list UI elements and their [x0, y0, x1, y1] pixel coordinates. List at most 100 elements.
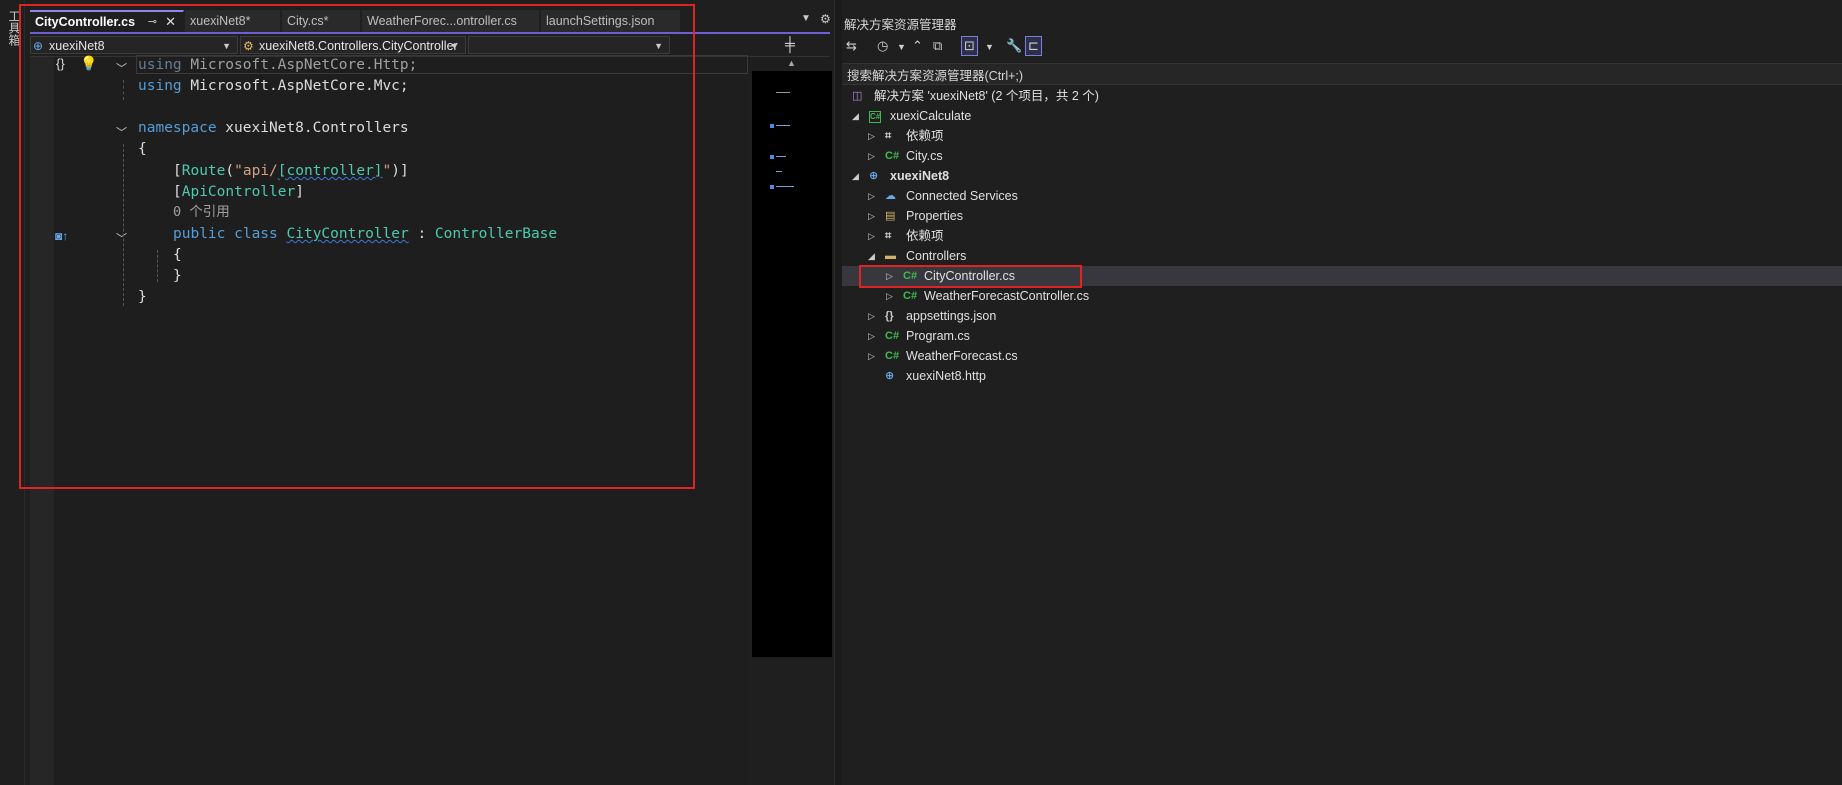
collapse-icon[interactable]: ﹀ [116, 230, 127, 246]
minimap-mark [776, 171, 782, 172]
code-structure-icon[interactable]: {} [56, 56, 65, 71]
implements-icon[interactable]: ◙↑ [55, 229, 68, 243]
tab-launchsettings[interactable]: launchSettings.json [541, 10, 681, 32]
tab-label: City.cs* [287, 14, 329, 28]
collapsed-arrow-icon[interactable]: ▷ [886, 266, 893, 286]
codelens-references[interactable]: 0 个引用 [173, 202, 230, 223]
csproj-icon: C# [869, 111, 882, 123]
tree-item-weatherforecast-cs[interactable]: ▷ C# WeatherForecast.cs [842, 346, 1842, 366]
gear-icon[interactable]: ⚙ [820, 12, 831, 26]
tab-label: WeatherForec...ontroller.cs [367, 14, 517, 28]
collapsed-arrow-icon[interactable]: ▷ [868, 326, 875, 346]
collapsed-arrow-icon[interactable]: ▷ [868, 126, 875, 146]
tree-item-label: City.cs [906, 149, 943, 163]
code-line-2: using Microsoft.AspNetCore.Mvc; [138, 78, 409, 94]
member-dropdown[interactable]: ▼ [468, 36, 670, 54]
csharp-icon: C# [885, 150, 900, 162]
collapsed-arrow-icon[interactable]: ▷ [886, 286, 893, 306]
wrench-icon[interactable]: 🔧 [1006, 38, 1022, 54]
collapse-icon[interactable]: ﹀ [116, 60, 127, 76]
type-dropdown-value: xuexiNet8.Controllers.CityController [259, 39, 458, 53]
pin-icon[interactable]: ⊸ [148, 12, 157, 32]
current-line-indicator [136, 55, 748, 74]
web-project-icon: ⊕ [869, 170, 879, 182]
tab-list-dropdown-icon[interactable]: ▼ [801, 13, 811, 24]
type-dropdown[interactable]: ⚙ xuexiNet8.Controllers.CityController ▼ [240, 36, 466, 54]
preview-selected-items-icon[interactable]: ⊏ [1025, 36, 1042, 56]
sync-with-active-document-icon[interactable]: ⊡ [961, 36, 978, 56]
expanded-arrow-icon[interactable]: ◢ [852, 106, 859, 126]
csharp-icon: C# [885, 350, 900, 362]
toolbox-strip[interactable] [0, 0, 25, 785]
tab-citycontroller[interactable]: CityController.cs ⊸ ✕ [30, 10, 184, 32]
tree-item-program-cs[interactable]: ▷ C# Program.cs [842, 326, 1842, 346]
tree-item-controllers[interactable]: ◢ ▬ Controllers [842, 246, 1842, 266]
indent-guide [123, 144, 124, 306]
collapsed-arrow-icon[interactable]: ▷ [868, 146, 875, 166]
switch-views-icon[interactable]: ⇆ [846, 38, 857, 54]
tree-item-label: Program.cs [906, 329, 970, 343]
project-dropdown[interactable]: ⊕ xuexiNet8 ▼ [30, 36, 238, 54]
chevron-down-icon: ▼ [654, 41, 663, 51]
tab-label: launchSettings.json [546, 14, 655, 28]
collapsed-arrow-icon[interactable]: ▷ [868, 186, 875, 206]
collapsed-arrow-icon[interactable]: ▷ [868, 346, 875, 366]
history-icon[interactable]: ◷ [877, 38, 888, 54]
chevron-down-icon[interactable]: ▼ [985, 42, 994, 52]
tab-city[interactable]: City.cs* [282, 10, 361, 32]
minimap-mark [770, 124, 774, 128]
show-all-files-icon[interactable]: ⧉ [933, 38, 942, 54]
code-line-brace: { [138, 141, 147, 157]
tree-item-solution[interactable]: ◫ 解决方案 'xuexiNet8' (2 个项目，共 2 个) [842, 86, 1842, 106]
collapsed-arrow-icon[interactable]: ▷ [868, 306, 875, 326]
tree-item-dependencies[interactable]: ▷ ⌗ 依赖项 [842, 126, 1842, 146]
minimap-mark [776, 156, 786, 157]
csharp-icon: C# [885, 330, 900, 342]
tree-item-label: 解决方案 'xuexiNet8' (2 个项目，共 2 个) [874, 89, 1099, 103]
tree-item-xuexinet8[interactable]: ◢ ⊕ xuexiNet8 [842, 166, 1842, 186]
tree-item-citycontroller-cs[interactable]: ▷ C# CityController.cs [842, 266, 1842, 286]
tree-item-label: 依赖项 [906, 129, 944, 143]
tree-item-label: Connected Services [906, 189, 1018, 203]
dependencies-icon: ⌗ [885, 130, 892, 142]
tree-item-properties[interactable]: ▷ ▤ Properties [842, 206, 1842, 226]
split-editor-icon[interactable]: ╪ [785, 36, 795, 52]
tree-item-connected-services[interactable]: ▷ ☁ Connected Services [842, 186, 1842, 206]
toolbox-tab[interactable]: 工具箱 [6, 10, 23, 46]
tree-item-label: CityController.cs [924, 269, 1015, 283]
collapsed-arrow-icon[interactable]: ▷ [868, 226, 875, 246]
connected-services-icon: ☁ [885, 190, 896, 202]
tree-item-xuexicalculate[interactable]: ◢ C# xuexiCalculate [842, 106, 1842, 126]
csharp-icon: C# [903, 270, 918, 282]
solution-icon: ◫ [852, 90, 863, 102]
chevron-down-icon: ▼ [222, 41, 231, 51]
lightbulb-icon[interactable]: 💡 [80, 55, 97, 72]
tree-item-weatherforecastcontroller-cs[interactable]: ▷ C# WeatherForecastController.cs [842, 286, 1842, 306]
collapse-all-icon[interactable]: ⌃ [912, 38, 923, 54]
tab-label: xuexiNet8* [190, 14, 251, 28]
chevron-down-icon: ▼ [450, 41, 459, 51]
json-icon: {} [885, 310, 894, 322]
collapse-icon[interactable]: ﹀ [116, 124, 127, 140]
solution-explorer-title: 解决方案资源管理器 [844, 18, 957, 32]
chevron-down-icon[interactable]: ▼ [897, 42, 906, 52]
scroll-up-icon[interactable]: ▲ [787, 58, 796, 68]
minimap[interactable] [752, 57, 832, 657]
code-line-class: public class CityController : Controller… [173, 226, 558, 242]
tab-weatherforecastcontroller[interactable]: WeatherForec...ontroller.cs [362, 10, 540, 32]
expanded-arrow-icon[interactable]: ◢ [852, 166, 859, 186]
code-line-apicontroller: [ApiController] [173, 184, 304, 200]
collapsed-arrow-icon[interactable]: ▷ [868, 206, 875, 226]
search-input-placeholder[interactable]: 搜索解决方案资源管理器(Ctrl+;) [847, 65, 1023, 84]
folder-icon: ▬ [885, 250, 896, 262]
tree-item-http-file[interactable]: ⊕ xuexiNet8.http [842, 366, 1842, 386]
code-line-route: [Route("api/[controller]")] [173, 163, 409, 179]
tree-item-city-cs[interactable]: ▷ C# City.cs [842, 146, 1842, 166]
close-icon[interactable]: ✕ [165, 12, 176, 32]
tree-item-appsettings-json[interactable]: ▷ {} appsettings.json [842, 306, 1842, 326]
minimap-mark [776, 125, 790, 126]
expanded-arrow-icon[interactable]: ◢ [868, 246, 875, 266]
dependencies-icon: ⌗ [885, 230, 892, 242]
tab-xuexinet8[interactable]: xuexiNet8* [185, 10, 281, 32]
tree-item-dependencies[interactable]: ▷ ⌗ 依赖项 [842, 226, 1842, 246]
